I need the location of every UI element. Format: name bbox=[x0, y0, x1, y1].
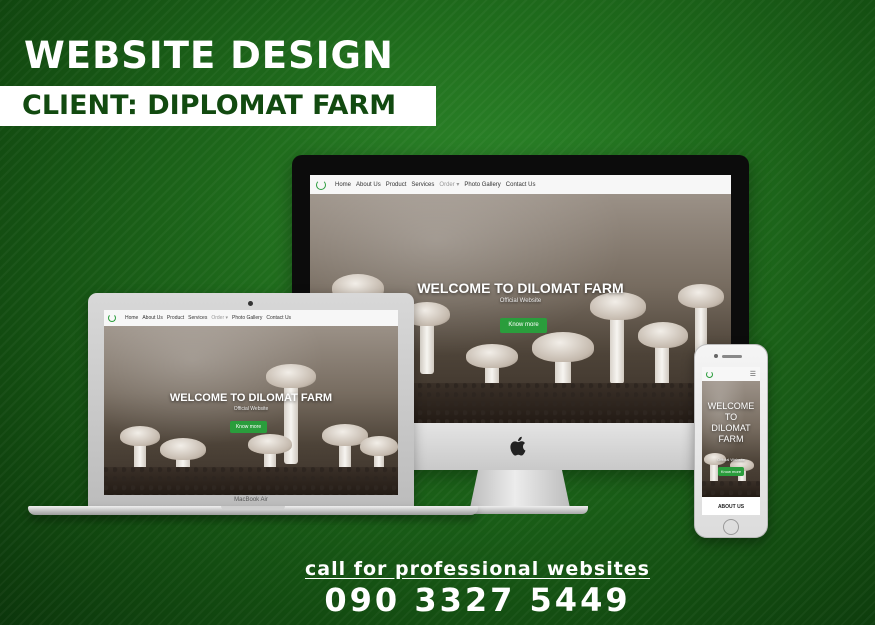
phone-speaker bbox=[722, 355, 742, 358]
mushroom-cap bbox=[638, 322, 688, 348]
hero-subtitle: Official Website bbox=[717, 457, 745, 462]
nav-contact[interactable]: Contact Us bbox=[266, 315, 291, 321]
client-banner: CLIENT: DIPLOMAT FARM bbox=[0, 86, 436, 126]
nav-services[interactable]: Services bbox=[188, 315, 207, 321]
mushroom-cap bbox=[160, 438, 206, 460]
phone-home-button[interactable] bbox=[723, 519, 739, 535]
site-logo-icon bbox=[706, 370, 713, 378]
menu-icon[interactable]: ☰ bbox=[750, 370, 756, 378]
site-logo-icon bbox=[108, 314, 116, 322]
site-navbar: ☰ bbox=[702, 367, 760, 381]
know-more-button[interactable]: Know more bbox=[500, 318, 547, 333]
mushroom-cap bbox=[248, 434, 292, 454]
nav-services[interactable]: Services bbox=[411, 182, 434, 188]
mushroom-cap bbox=[590, 292, 646, 320]
site-navbar: Home About Us Product Services Order ▾ P… bbox=[104, 310, 398, 326]
mushroom-cap bbox=[532, 332, 594, 362]
nav-product[interactable]: Product bbox=[386, 182, 407, 188]
site-navbar: Home About Us Product Services Order ▾ P… bbox=[310, 175, 731, 194]
apple-logo-icon bbox=[510, 436, 526, 456]
laptop-camera bbox=[248, 301, 253, 306]
nav-gallery[interactable]: Photo Gallery bbox=[464, 182, 500, 188]
cta-text: call for professional websites bbox=[304, 558, 650, 580]
client-name: CLIENT: DIPLOMAT FARM bbox=[22, 90, 397, 121]
soil bbox=[702, 481, 760, 497]
laptop-notch bbox=[221, 506, 285, 510]
hero-subtitle: Official Website bbox=[233, 406, 269, 412]
monitor-stand-neck bbox=[470, 470, 570, 508]
phone-screen: ☰ WELCOME TO DILOMAT FARM Official Websi… bbox=[702, 367, 760, 515]
nav-about[interactable]: About Us bbox=[356, 182, 381, 188]
know-more-button[interactable]: Know more bbox=[230, 421, 267, 433]
mushroom-cap bbox=[120, 426, 160, 446]
soil bbox=[104, 467, 398, 495]
nav-order[interactable]: Order ▾ bbox=[439, 181, 459, 188]
laptop: Home About Us Product Services Order ▾ P… bbox=[28, 293, 478, 533]
nav-about[interactable]: About Us bbox=[142, 315, 163, 321]
smartphone: ☰ WELCOME TO DILOMAT FARM Official Websi… bbox=[694, 344, 768, 538]
hero-image: WELCOME TO DILOMAT FARM Official Website… bbox=[104, 326, 398, 495]
about-us-section: ABOUT US bbox=[702, 497, 760, 515]
mushroom-cap bbox=[266, 364, 316, 388]
nav-gallery[interactable]: Photo Gallery bbox=[232, 315, 262, 321]
laptop-lid: Home About Us Product Services Order ▾ P… bbox=[88, 293, 414, 508]
know-more-button[interactable]: Know more bbox=[718, 467, 744, 476]
laptop-screen: Home About Us Product Services Order ▾ P… bbox=[104, 310, 398, 495]
laptop-brand-label: MacBook Air bbox=[234, 497, 268, 503]
call-to-action: call for professional websites bbox=[0, 558, 875, 580]
phone-camera bbox=[714, 354, 718, 358]
mushroom-cap bbox=[360, 436, 398, 456]
nav-order[interactable]: Order ▾ bbox=[211, 315, 228, 321]
hero-image: WELCOME TO DILOMAT FARM Official Website… bbox=[702, 381, 760, 497]
page-title: WEBSITE DESIGN bbox=[24, 34, 394, 77]
nav-product[interactable]: Product bbox=[167, 315, 184, 321]
nav-contact[interactable]: Contact Us bbox=[506, 182, 536, 188]
phone-number: 090 3327 5449 bbox=[324, 581, 631, 619]
site-logo-icon bbox=[316, 179, 326, 190]
hero-title: WELCOME TO DILOMAT FARM bbox=[169, 392, 333, 404]
nav-home[interactable]: Home bbox=[335, 182, 351, 188]
hero-title: WELCOME TO DILOMAT FARM bbox=[707, 401, 755, 444]
nav-home[interactable]: Home bbox=[125, 315, 138, 321]
